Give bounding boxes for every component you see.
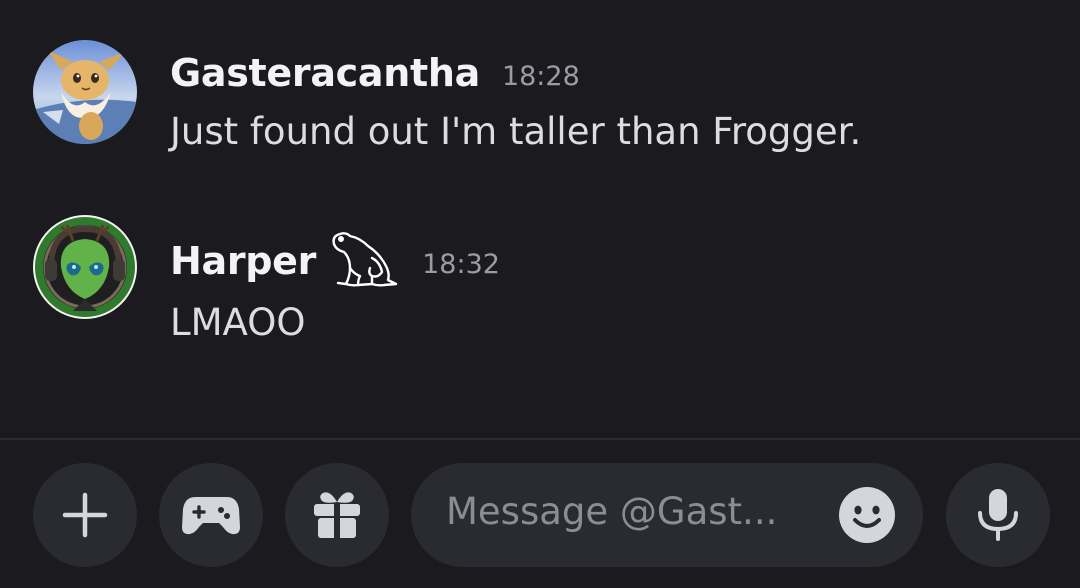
message-header: Harper 18:32 [170,232,500,287]
message-list: Gasteracantha 18:28 Just found out I'm t… [0,0,1080,438]
username[interactable]: Gasteracantha [170,51,480,95]
timestamp: 18:32 [422,248,500,280]
message-header: Gasteracantha 18:28 [170,48,580,98]
voice-message-button[interactable] [946,463,1050,567]
message-composer: Message @Gast... [0,440,1080,588]
message-text: LMAOO [170,301,306,344]
add-attachment-button[interactable] [33,463,137,567]
activities-button[interactable] [159,463,263,567]
timestamp: 18:28 [501,60,580,92]
username[interactable]: Harper [170,239,316,283]
eevee-avatar-image [33,40,137,144]
message-input[interactable]: Message @Gast... [411,463,923,567]
gift-button[interactable] [285,463,389,567]
microphone-icon [978,489,1018,541]
avatar[interactable] [33,40,137,144]
message-placeholder: Message @Gast... [446,490,778,533]
avatar[interactable] [33,215,137,319]
gift-icon [314,492,360,538]
plus-icon [62,492,108,538]
frog-icon[interactable] [328,228,400,290]
alien-avatar-image [33,215,137,319]
emoji-icon[interactable] [838,486,896,544]
message-text: Just found out I'm taller than Frogger. [170,110,862,153]
gamepad-icon [182,497,240,535]
